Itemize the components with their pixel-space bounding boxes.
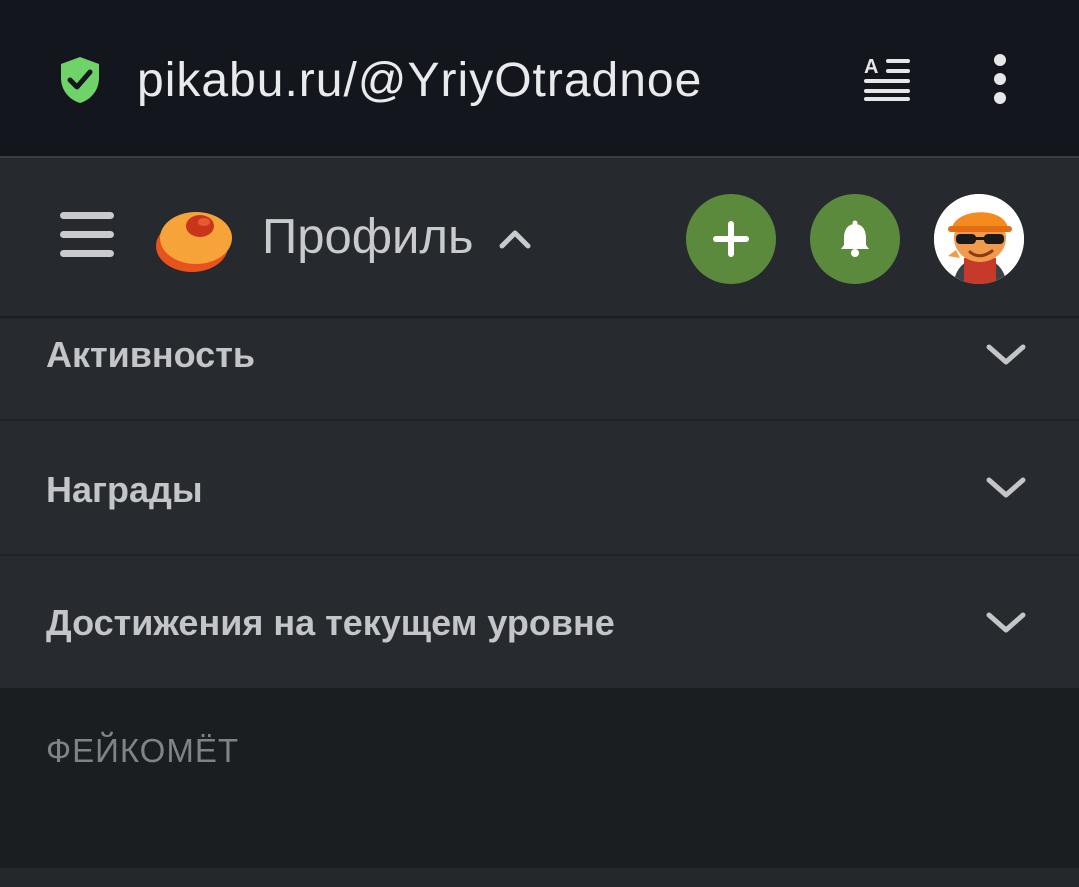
section-achievements[interactable]: Достижения на текущем уровне bbox=[0, 556, 1079, 688]
hamburger-icon[interactable] bbox=[60, 210, 114, 260]
reader-mode-icon[interactable]: A bbox=[862, 55, 912, 101]
chevron-up-icon[interactable] bbox=[497, 224, 533, 252]
browser-address-bar: pikabu.ru/@YriyOtradnoe A bbox=[0, 0, 1079, 158]
svg-text:A: A bbox=[864, 56, 878, 78]
bell-icon bbox=[841, 220, 869, 257]
page-title[interactable]: Профиль bbox=[262, 208, 474, 266]
site-header: Профиль bbox=[0, 158, 1079, 318]
avatar-image bbox=[934, 194, 1024, 284]
section-label: Награды bbox=[46, 469, 203, 510]
add-post-button[interactable] bbox=[686, 194, 776, 284]
pikabu-logo[interactable] bbox=[152, 196, 236, 280]
chevron-down-icon bbox=[986, 344, 1026, 365]
section-awards[interactable]: Награды bbox=[0, 421, 1079, 556]
user-avatar[interactable] bbox=[934, 194, 1024, 284]
card-title: ФЕЙКОМЁТ bbox=[46, 732, 240, 769]
section-label: Активность bbox=[46, 334, 255, 375]
url-field[interactable]: pikabu.ru/@YriyOtradnoe bbox=[137, 52, 702, 110]
section-activity[interactable]: Активность bbox=[0, 318, 1079, 421]
profile-card: ФЕЙКОМЁТ bbox=[0, 688, 1079, 868]
more-vertical-icon[interactable] bbox=[986, 54, 1014, 104]
plus-icon bbox=[713, 221, 749, 257]
shield-check-icon bbox=[61, 57, 99, 103]
notifications-button[interactable] bbox=[810, 194, 900, 284]
section-label: Достижения на текущем уровне bbox=[46, 602, 615, 643]
page-background-strip bbox=[0, 868, 1079, 887]
chevron-down-icon bbox=[986, 612, 1026, 633]
chevron-down-icon bbox=[986, 477, 1026, 498]
